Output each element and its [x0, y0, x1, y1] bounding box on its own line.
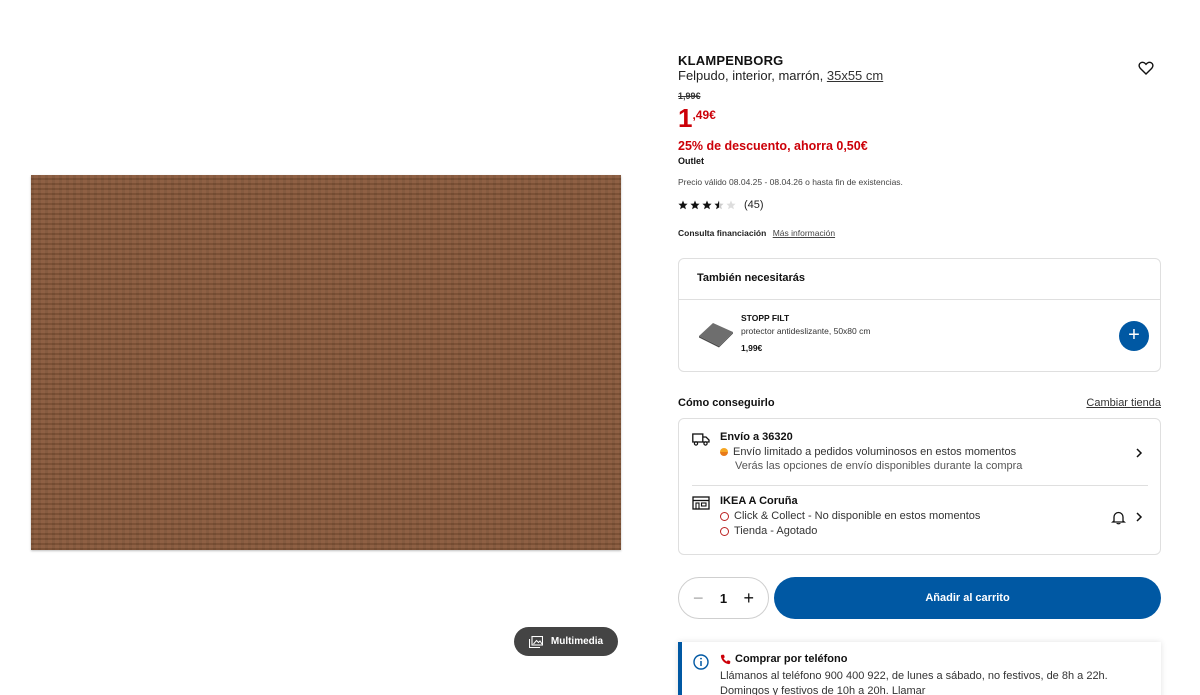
divider [692, 485, 1148, 486]
delivery-note: Verás las opciones de envío disponibles … [735, 460, 1023, 472]
decrease-quantity-button[interactable]: − [693, 588, 704, 609]
unavailable-dot-icon [720, 526, 729, 536]
discount-text: 25% de descuento, ahorra 0,50€ [678, 139, 868, 153]
multimedia-label: Multimedia [550, 636, 604, 647]
phone-purchase-banner: Comprar por teléfono Llámanos al teléfon… [678, 642, 1161, 695]
availability-card: Envío a 36320 Envío limitado a pedidos v… [678, 418, 1161, 555]
rating-count: (45) [744, 199, 764, 211]
price-validity: Precio válido 08.04.25 - 08.04.26 o hast… [678, 177, 903, 187]
product-size-link[interactable]: 35x55 cm [827, 68, 883, 83]
current-price: 1 ,49€ [678, 104, 716, 132]
store-stock-line: Tienda - Agotado [720, 525, 817, 537]
chevron-right-icon [1136, 448, 1143, 458]
finance-label: Consulta financiación [678, 228, 767, 238]
increase-quantity-button[interactable]: + [743, 588, 754, 609]
add-to-cart-button[interactable]: Añadir al carrito [774, 577, 1161, 619]
quantity-value[interactable]: 1 [720, 591, 727, 606]
finance-more-info-link[interactable]: Más información [773, 228, 835, 238]
product-image[interactable] [31, 175, 621, 550]
star-icon [690, 200, 700, 210]
click-collect-line: Click & Collect - No disponible en estos… [720, 510, 980, 522]
store-title: IKEA A Coruña [720, 495, 798, 507]
also-need-description: protector antideslizante, 50x80 cm [741, 326, 871, 336]
truck-icon [692, 433, 710, 446]
click-collect-text: Click & Collect - No disponible en estos… [734, 510, 981, 522]
product-media: Multimedia [0, 0, 650, 695]
empty-star-icon [726, 200, 736, 210]
delivery-status-text: Envío limitado a pedidos voluminosos en … [733, 446, 1017, 458]
info-icon [693, 654, 709, 670]
star-icon [702, 200, 712, 210]
availability-title: Cómo conseguirlo [678, 397, 775, 409]
quantity-stepper: − 1 + [678, 577, 769, 619]
phone-icon [720, 654, 731, 664]
product-description: Felpudo, interior, marrón, 35x55 cm [678, 68, 883, 83]
price-decimal: ,49€ [692, 108, 716, 122]
also-need-price: 1,99€ [741, 343, 763, 353]
also-need-card: También necesitarás STOPP FILT protector… [678, 258, 1161, 372]
heart-icon[interactable] [1138, 60, 1154, 76]
change-store-link[interactable]: Cambiar tienda [1086, 397, 1161, 409]
bell-icon[interactable] [1111, 510, 1126, 525]
divider [679, 299, 1160, 300]
half-star-icon [714, 200, 724, 210]
price-integer: 1 [678, 103, 693, 133]
star-icon [678, 200, 688, 210]
unavailable-dot-icon [720, 511, 729, 521]
phone-title-text: Comprar por teléfono [735, 653, 848, 665]
financing: Consulta financiación Más información [678, 228, 835, 238]
product-thumbnail[interactable] [697, 320, 735, 348]
delivery-status-line: Envío limitado a pedidos voluminosos en … [720, 446, 1016, 458]
old-price: 1,99€ [678, 91, 701, 101]
product-description-text: Felpudo, interior, marrón, [678, 68, 824, 83]
phone-title: Comprar por teléfono [720, 653, 847, 665]
store-stock-text: Tienda - Agotado [734, 525, 818, 537]
product-name: KLAMPENBORG [678, 53, 784, 68]
status-dot-icon [720, 448, 728, 456]
phone-text: Llámanos al teléfono 900 400 922, de lun… [720, 670, 1108, 695]
outlet-label: Outlet [678, 156, 704, 166]
delivery-title: Envío a 36320 [720, 431, 793, 443]
also-need-name[interactable]: STOPP FILT [741, 313, 789, 323]
chevron-right-icon [1136, 512, 1143, 522]
store-icon [692, 496, 710, 510]
multimedia-button[interactable]: Multimedia [514, 627, 618, 656]
product-info: KLAMPENBORG Felpudo, interior, marrón, 3… [678, 0, 1161, 695]
rating[interactable]: (45) [678, 199, 764, 211]
add-to-cart-plus-icon[interactable]: + [1119, 321, 1149, 351]
also-need-title: También necesitarás [697, 272, 806, 284]
gallery-icon [528, 635, 543, 648]
